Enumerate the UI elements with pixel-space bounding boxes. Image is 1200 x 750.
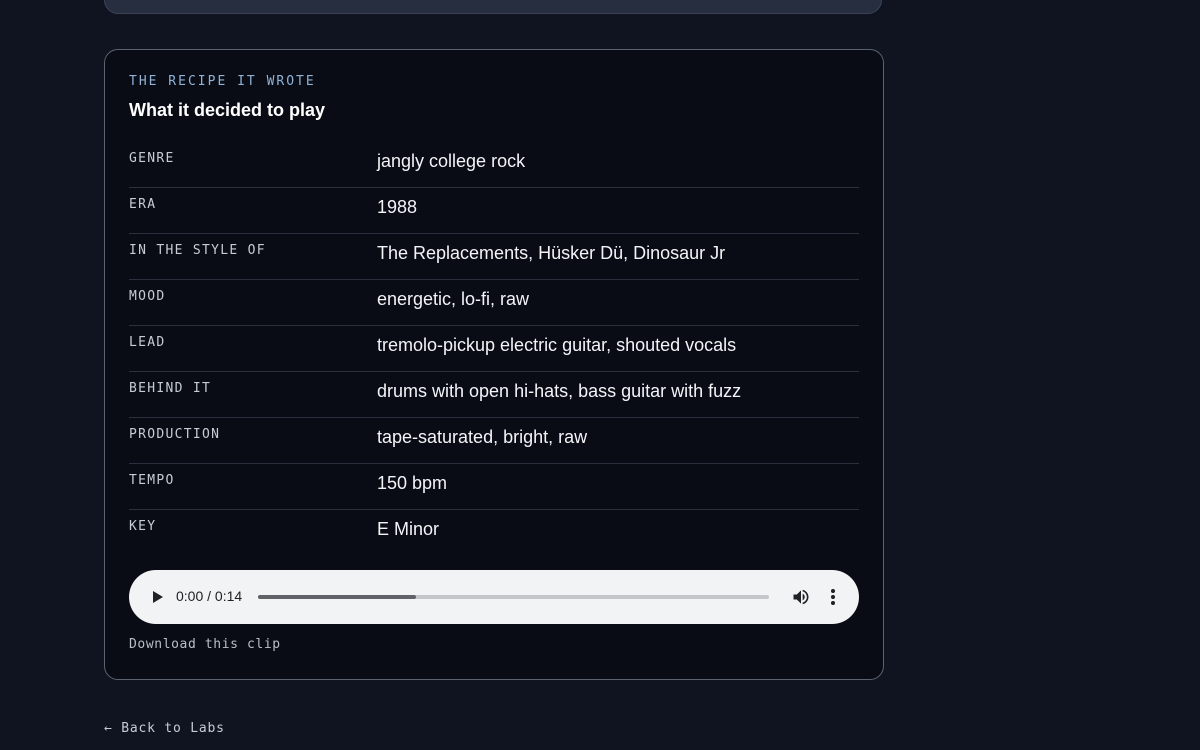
recipe-row-style: IN THE STYLE OF The Replacements, Hüsker… xyxy=(129,234,859,280)
recipe-row-behind: BEHIND IT drums with open hi-hats, bass … xyxy=(129,372,859,418)
row-value: tremolo-pickup electric guitar, shouted … xyxy=(377,335,737,355)
recipe-row-genre: GENRE jangly college rock xyxy=(129,142,859,188)
more-vert-icon[interactable] xyxy=(823,587,843,607)
row-label: TEMPO xyxy=(129,473,175,488)
recipe-row-mood: MOOD energetic, lo-fi, raw xyxy=(129,280,859,326)
row-value: energetic, lo-fi, raw xyxy=(377,289,530,309)
recipe-card: THE RECIPE IT WROTE What it decided to p… xyxy=(104,49,884,680)
row-value: The Replacements, Hüsker Dü, Dinosaur Jr xyxy=(377,243,726,263)
recipe-title: What it decided to play xyxy=(129,100,326,120)
row-value: E Minor xyxy=(377,519,440,539)
recipe-eyebrow: THE RECIPE IT WROTE xyxy=(129,74,316,89)
row-label: LEAD xyxy=(129,335,166,350)
row-value: drums with open hi-hats, bass guitar wit… xyxy=(377,381,742,401)
row-label: MOOD xyxy=(129,289,166,304)
row-value: 1988 xyxy=(377,197,418,217)
row-label: BEHIND IT xyxy=(129,381,212,396)
recipe-row-production: PRODUCTION tape-saturated, bright, raw xyxy=(129,418,859,464)
play-icon[interactable] xyxy=(147,587,167,607)
recipe-row-tempo: TEMPO 150 bpm xyxy=(129,464,859,510)
recipe-row-era: ERA 1988 xyxy=(129,188,859,234)
row-value: jangly college rock xyxy=(377,151,526,171)
volume-icon[interactable] xyxy=(791,587,811,607)
row-label: GENRE xyxy=(129,151,175,166)
row-label: PRODUCTION xyxy=(129,427,221,442)
back-to-labs-link[interactable]: ← Back to Labs xyxy=(104,721,225,736)
row-value: tape-saturated, bright, raw xyxy=(377,427,588,447)
row-label: KEY xyxy=(129,519,157,534)
audio-time: 0:00 / 0:14 xyxy=(176,588,243,604)
audio-progress-fill xyxy=(258,595,417,599)
row-label: ERA xyxy=(129,197,157,212)
recipe-row-lead: LEAD tremolo-pickup electric guitar, sho… xyxy=(129,326,859,372)
row-label: IN THE STYLE OF xyxy=(129,243,266,258)
download-clip-link[interactable]: Download this clip xyxy=(129,637,281,652)
row-value: 150 bpm xyxy=(377,473,448,493)
audio-seek-bar[interactable] xyxy=(258,595,769,599)
previous-card xyxy=(104,0,882,14)
audio-player: 0:00 / 0:14 xyxy=(129,570,859,624)
recipe-table: GENRE jangly college rock ERA 1988 IN TH… xyxy=(129,142,859,555)
recipe-row-key: KEY E Minor xyxy=(129,510,859,555)
